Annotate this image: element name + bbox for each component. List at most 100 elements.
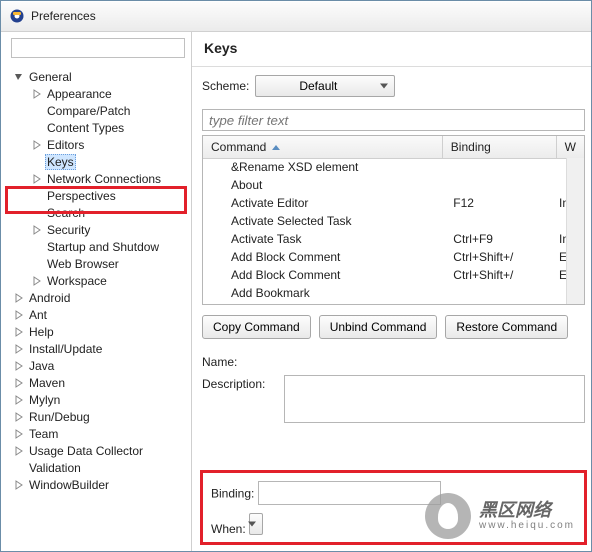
scheme-label: Scheme: (202, 79, 249, 93)
table-row[interactable]: Add Bookmark (203, 284, 567, 302)
name-label: Name: (202, 353, 276, 369)
chevron-right-icon[interactable] (13, 445, 25, 457)
table-scrollbar[interactable] (566, 158, 584, 304)
tree-item-label: Java (27, 359, 56, 373)
table-row[interactable]: Add Block CommentCtrl+Shift+/Ed (203, 266, 567, 284)
tree-item-label: Network Connections (45, 172, 163, 186)
tree-item[interactable]: Security (1, 221, 191, 238)
tree-item[interactable]: Ant (1, 306, 191, 323)
table-row[interactable]: Add Block CommentCtrl+Shift+/Ed (203, 248, 567, 266)
commands-table[interactable]: Command Binding W &Rename XSD element Abo… (202, 135, 585, 305)
tree-item[interactable]: Maven (1, 374, 191, 391)
tree-item[interactable]: Keys (1, 153, 191, 170)
tree-item-label: Ant (27, 308, 49, 322)
table-row[interactable]: About (203, 176, 567, 194)
tree-item-label: Editors (45, 138, 86, 152)
tree-item-label: Security (45, 223, 92, 237)
chevron-down-icon[interactable] (13, 71, 25, 83)
commands-filter-input[interactable] (202, 109, 585, 131)
tree-item[interactable]: Perspectives (1, 187, 191, 204)
copy-command-button[interactable]: Copy Command (202, 315, 311, 339)
chevron-right-icon[interactable] (31, 88, 43, 100)
cell-command: Add Block Comment (203, 268, 445, 282)
binding-input[interactable] (258, 481, 441, 505)
unbind-command-button[interactable]: Unbind Command (319, 315, 438, 339)
chevron-right-icon[interactable] (13, 360, 25, 372)
page-title: Keys (204, 40, 581, 56)
tree-item-label: Keys (45, 154, 76, 170)
tree-item[interactable]: Compare/Patch (1, 102, 191, 119)
sidebar-filter-input[interactable] (11, 38, 185, 58)
chevron-right-icon[interactable] (31, 224, 43, 236)
description-label: Description: (202, 375, 276, 391)
tree-item[interactable]: Run/Debug (1, 408, 191, 425)
titlebar[interactable]: Preferences (1, 1, 591, 32)
chevron-right-icon[interactable] (13, 479, 25, 491)
col-when[interactable]: W (557, 136, 584, 158)
when-combo[interactable] (249, 513, 263, 535)
col-command[interactable]: Command (203, 136, 443, 158)
cell-command: Activate Editor (203, 196, 445, 210)
chevron-right-icon[interactable] (13, 309, 25, 321)
cell-command: About (203, 178, 445, 192)
tree-item-label: Perspectives (45, 189, 118, 203)
tree-item-label: General (27, 70, 74, 84)
tree-item[interactable]: WindowBuilder (1, 476, 191, 493)
tree-item[interactable]: Startup and Shutdow (1, 238, 191, 255)
tree-item[interactable]: Team (1, 425, 191, 442)
tree-item-label: Maven (27, 376, 67, 390)
cell-binding: Ctrl+Shift+/ (445, 250, 551, 264)
cell-when: Ed (551, 268, 567, 282)
tree-item-label: Workspace (45, 274, 109, 288)
chevron-right-icon[interactable] (31, 139, 43, 151)
preferences-tree[interactable]: GeneralAppearanceCompare/PatchContent Ty… (1, 64, 191, 493)
tree-spacer (31, 122, 43, 134)
tree-item-label: Team (27, 427, 60, 441)
chevron-right-icon[interactable] (31, 275, 43, 287)
chevron-right-icon[interactable] (13, 428, 25, 440)
tree-item[interactable]: Web Browser (1, 255, 191, 272)
tree-item[interactable]: Usage Data Collector (1, 442, 191, 459)
chevron-right-icon[interactable] (13, 326, 25, 338)
tree-item[interactable]: Search (1, 204, 191, 221)
window-icon (9, 8, 25, 24)
tree-item[interactable]: Mylyn (1, 391, 191, 408)
chevron-right-icon[interactable] (31, 173, 43, 185)
chevron-right-icon[interactable] (13, 394, 25, 406)
tree-item[interactable]: Workspace (1, 272, 191, 289)
tree-item[interactable]: Java (1, 357, 191, 374)
binding-section: Binding: When: (200, 470, 587, 545)
tree-item[interactable]: Help (1, 323, 191, 340)
tree-item[interactable]: Network Connections (1, 170, 191, 187)
table-row[interactable]: Activate TaskCtrl+F9In (203, 230, 567, 248)
tree-item[interactable]: General (1, 68, 191, 85)
col-binding[interactable]: Binding (443, 136, 557, 158)
tree-item[interactable]: Content Types (1, 119, 191, 136)
tree-spacer (13, 462, 25, 474)
chevron-right-icon[interactable] (13, 411, 25, 423)
preferences-window: Preferences GeneralAppearanceCompare/Pat… (0, 0, 592, 552)
tree-item[interactable]: Editors (1, 136, 191, 153)
tree-item[interactable]: Install/Update (1, 340, 191, 357)
tree-item-label: Mylyn (27, 393, 62, 407)
scheme-combo[interactable]: Default (255, 75, 395, 97)
tree-item[interactable]: Validation (1, 459, 191, 476)
chevron-right-icon[interactable] (13, 292, 25, 304)
table-row[interactable]: Activate Selected Task (203, 212, 567, 230)
table-header[interactable]: Command Binding W (203, 136, 584, 159)
restore-command-button[interactable]: Restore Command (445, 315, 568, 339)
tree-item[interactable]: Android (1, 289, 191, 306)
chevron-right-icon[interactable] (13, 377, 25, 389)
tree-item-label: Install/Update (27, 342, 104, 356)
cell-binding: Ctrl+Shift+/ (445, 268, 551, 282)
chevron-right-icon[interactable] (13, 343, 25, 355)
tree-spacer (31, 156, 43, 168)
table-row[interactable]: Activate EditorF12In (203, 194, 567, 212)
tree-item-label: Usage Data Collector (27, 444, 145, 458)
tree-item-label: Web Browser (45, 257, 121, 271)
tree-spacer (31, 190, 43, 202)
tree-item[interactable]: Appearance (1, 85, 191, 102)
window-title: Preferences (31, 9, 96, 23)
table-row[interactable]: &Rename XSD element (203, 158, 567, 176)
cell-binding: F12 (445, 196, 551, 210)
